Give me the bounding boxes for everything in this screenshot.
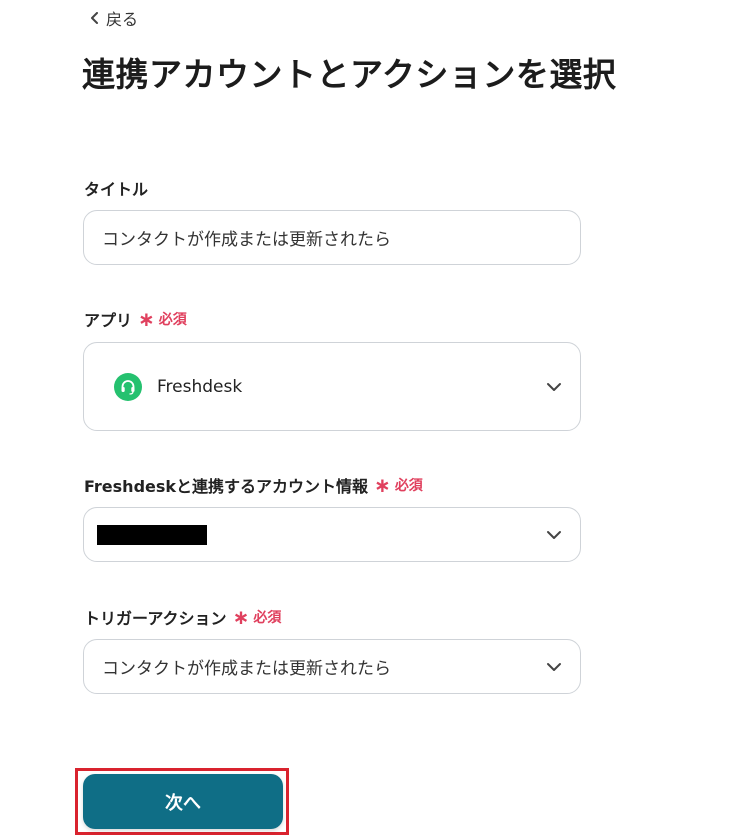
required-badge: ∗ 必須 [233,607,282,627]
app-label-text: アプリ [84,311,133,330]
redacted-account-value [97,524,207,545]
trigger-select-value: コンタクトが作成または更新されたら [102,659,391,679]
asterisk-icon: ∗ [374,473,391,497]
page-title: 連携アカウントとアクションを選択 [82,55,617,94]
title-input[interactable]: コンタクトが作成または更新されたら [83,210,581,265]
required-text: 必須 [394,478,423,494]
headset-icon [114,372,142,401]
trigger-field-label: トリガーアクション ∗ 必須 [84,605,281,629]
trigger-label-text: トリガーアクション [84,609,227,628]
app-select-value: Freshdesk [157,376,243,397]
required-badge: ∗ 必須 [138,309,187,329]
required-badge: ∗ 必須 [374,475,423,495]
account-field-label: Freshdeskと連携するアカウント情報 ∗ 必須 [84,473,423,497]
back-link[interactable]: 戻る [90,6,138,30]
chevron-down-icon [547,382,561,391]
app-field-label: アプリ ∗ 必須 [84,307,187,331]
next-button[interactable]: 次へ [83,774,283,829]
asterisk-icon: ∗ [138,307,155,331]
title-input-value: コンタクトが作成または更新されたら [102,230,391,250]
account-select[interactable] [83,507,581,562]
required-text: 必須 [158,312,187,328]
back-label: 戻る [106,10,139,29]
chevron-down-icon [547,662,561,671]
chevron-down-icon [547,530,561,539]
title-field-label: タイトル [84,176,148,200]
chevron-left-icon [91,12,98,24]
account-label-text: Freshdeskと連携するアカウント情報 [84,477,369,496]
asterisk-icon: ∗ [232,605,250,629]
app-select[interactable]: Freshdesk [83,342,581,431]
trigger-action-select[interactable]: コンタクトが作成または更新されたら [83,639,581,694]
title-label-text: タイトル [84,180,149,199]
required-text: 必須 [253,610,282,626]
